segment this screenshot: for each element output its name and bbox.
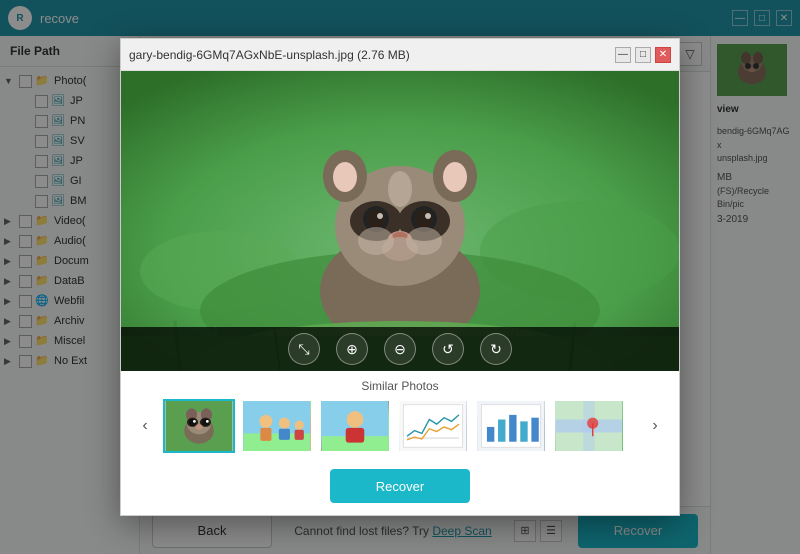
thumb-map-svg: [555, 401, 623, 451]
similar-photos-strip: ‹: [133, 399, 667, 453]
thumb-family-svg: [243, 401, 311, 451]
fit-to-window-button[interactable]: ⤡: [288, 333, 320, 365]
thumbnail-chart-inner: [399, 401, 467, 451]
similar-photos-section: Similar Photos ‹: [121, 371, 679, 461]
app-window: R recove — □ ✕ File Path ▼ 📁 Photo(: [0, 0, 800, 554]
thumb-raccoon-svg: [165, 401, 233, 451]
modal-minimize-button[interactable]: —: [615, 47, 631, 63]
thumbnail-family[interactable]: [241, 399, 313, 453]
zoom-in-button[interactable]: ⊕: [336, 333, 368, 365]
thumbnail-raccoon-inner: [165, 401, 233, 451]
zoom-out-button[interactable]: ⊖: [384, 333, 416, 365]
thumbnail-raccoon[interactable]: [163, 399, 235, 453]
similar-nav-next[interactable]: ›: [643, 414, 667, 438]
thumbnail-chart[interactable]: [397, 399, 469, 453]
similar-nav-prev[interactable]: ‹: [133, 414, 157, 438]
similar-photos-label: Similar Photos: [133, 379, 667, 393]
thumb-graph-svg: [477, 401, 545, 451]
modal-recover-row: Recover: [121, 461, 679, 515]
rotate-right-button[interactable]: ↻: [480, 333, 512, 365]
modal-maximize-button[interactable]: □: [635, 47, 651, 63]
thumbnail-redshirt[interactable]: [319, 399, 391, 453]
modal-image-area: ⤡ ⊕ ⊖ ↺ ↻: [121, 71, 679, 371]
thumbnail-graph[interactable]: [475, 399, 547, 453]
raccoon-image-svg: [121, 71, 679, 371]
modal-titlebar-buttons: — □ ✕: [615, 47, 671, 63]
modal-overlay: gary-bendig-6GMq7AGxNbE-unsplash.jpg (2.…: [0, 0, 800, 554]
modal-titlebar: gary-bendig-6GMq7AGxNbE-unsplash.jpg (2.…: [121, 39, 679, 71]
rotate-left-button[interactable]: ↺: [432, 333, 464, 365]
thumbnail-family-inner: [243, 401, 311, 451]
thumbnail-map-inner: [555, 401, 623, 451]
modal-title: gary-bendig-6GMq7AGxNbE-unsplash.jpg (2.…: [129, 48, 615, 62]
thumbnail-graph-inner: [477, 401, 545, 451]
modal-close-button[interactable]: ✕: [655, 47, 671, 63]
thumb-redshirt-svg: [321, 401, 389, 451]
modal-recover-button[interactable]: Recover: [330, 469, 470, 503]
thumbnails-row: [163, 399, 637, 453]
thumbnail-redshirt-inner: [321, 401, 389, 451]
thumb-chart-svg: [399, 401, 467, 451]
modal-image-toolbar: ⤡ ⊕ ⊖ ↺ ↻: [121, 327, 679, 371]
preview-modal: gary-bendig-6GMq7AGxNbE-unsplash.jpg (2.…: [120, 38, 680, 516]
thumbnail-map[interactable]: [553, 399, 625, 453]
